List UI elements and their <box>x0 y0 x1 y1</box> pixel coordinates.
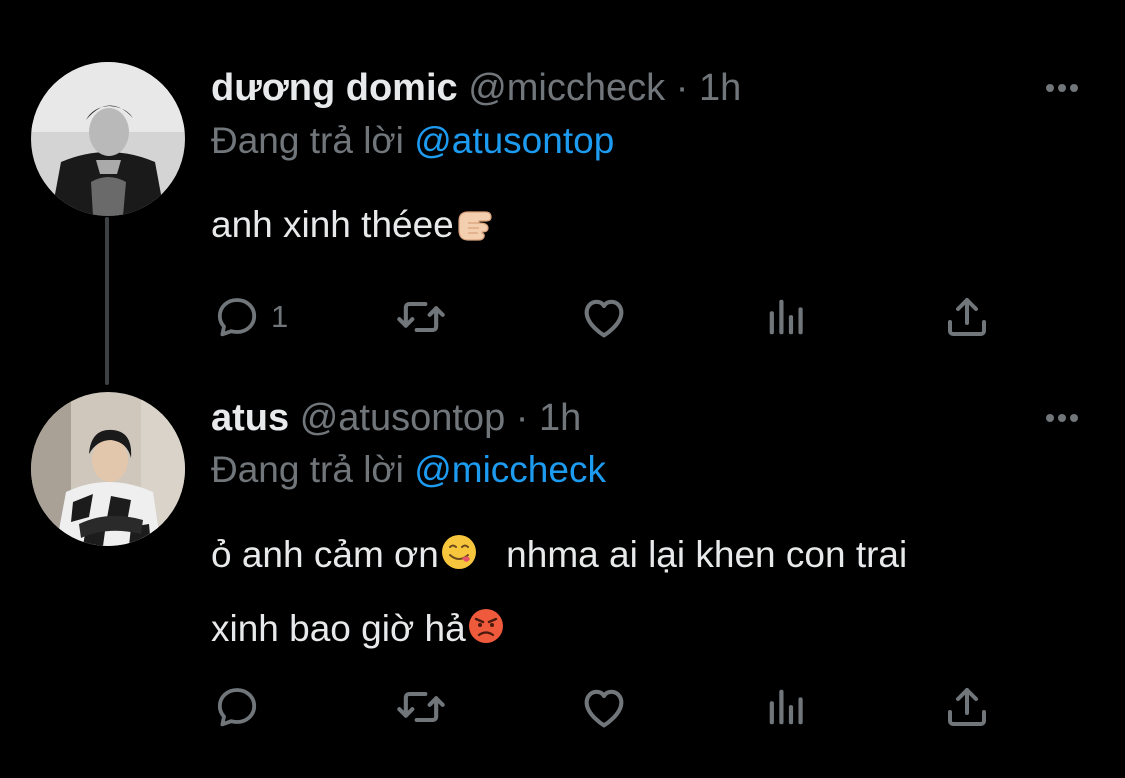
share-button[interactable] <box>943 682 991 732</box>
share-icon <box>943 293 991 341</box>
heart-icon <box>578 681 630 733</box>
avatar[interactable] <box>31 392 185 546</box>
tweet-text: anh xinh théee <box>211 190 497 264</box>
share-icon <box>943 683 991 731</box>
display-name[interactable]: atus <box>211 397 289 439</box>
tweet-text: ỏ anh cảm ơn nhma ai lại khen con trai x… <box>211 520 907 668</box>
user-handle[interactable]: @miccheck <box>468 67 665 109</box>
heart-icon <box>578 291 630 343</box>
share-button[interactable] <box>943 292 991 342</box>
tweet-header: dương domic @miccheck · 1h <box>211 66 741 110</box>
timestamp[interactable]: 1h <box>539 397 581 439</box>
user-handle[interactable]: @atusontop <box>300 397 506 439</box>
more-icon[interactable] <box>1044 82 1080 94</box>
avatar-photo <box>31 392 185 546</box>
retweet-button[interactable] <box>395 292 447 342</box>
replying-to: Đang trả lời @miccheck <box>211 448 606 492</box>
like-button[interactable] <box>578 292 630 342</box>
tweet-header: atus @atusontop · 1h <box>211 396 581 440</box>
views-button[interactable] <box>763 292 809 342</box>
tweet-text-segment: xinh bao giờ hả <box>211 608 466 649</box>
pointing-fist-emoji <box>455 194 497 264</box>
analytics-icon <box>763 294 809 340</box>
angry-face-emoji <box>467 598 505 668</box>
more-icon[interactable] <box>1044 412 1080 424</box>
avatar[interactable] <box>31 62 185 216</box>
views-button[interactable] <box>763 682 809 732</box>
tweet-2[interactable]: atus @atusontop · 1h Đang trả lời @micch… <box>0 390 1125 778</box>
reply-button[interactable]: 1 <box>213 292 288 342</box>
tweet-1[interactable]: dương domic @miccheck · 1h Đang trả lời … <box>0 0 1125 390</box>
reply-count: 1 <box>271 299 289 334</box>
yum-face-emoji <box>440 524 478 594</box>
replying-to-mention[interactable]: @atusontop <box>414 120 614 161</box>
tweet-actions <box>0 682 1125 732</box>
tweet-text-line-2: xinh bao giờ hả <box>211 594 907 668</box>
tweet-actions: 1 <box>0 292 1125 342</box>
display-name[interactable]: dương domic <box>211 67 458 109</box>
reply-icon <box>213 683 261 731</box>
like-button[interactable] <box>578 682 630 732</box>
separator-dot: · <box>675 67 689 109</box>
avatar-photo <box>31 62 185 216</box>
replying-to-label: Đang trả lời <box>211 449 404 490</box>
reply-button[interactable] <box>213 682 271 732</box>
replying-to-label: Đang trả lời <box>211 120 404 161</box>
retweet-button[interactable] <box>395 682 447 732</box>
retweet-icon <box>395 291 447 343</box>
timestamp[interactable]: 1h <box>699 67 741 109</box>
tweet-text-segment: ỏ anh cảm ơn <box>211 534 439 575</box>
reply-icon <box>213 293 261 341</box>
retweet-icon <box>395 681 447 733</box>
tweet-text-line-1: ỏ anh cảm ơn nhma ai lại khen con trai <box>211 520 907 594</box>
separator-dot: · <box>515 397 529 439</box>
analytics-icon <box>763 684 809 730</box>
tweet-text-line: anh xinh théee <box>211 204 454 245</box>
tweet-text-segment: nhma ai lại khen con trai <box>506 534 908 575</box>
replying-to-mention[interactable]: @miccheck <box>414 449 606 490</box>
replying-to: Đang trả lời @atusontop <box>211 119 614 163</box>
